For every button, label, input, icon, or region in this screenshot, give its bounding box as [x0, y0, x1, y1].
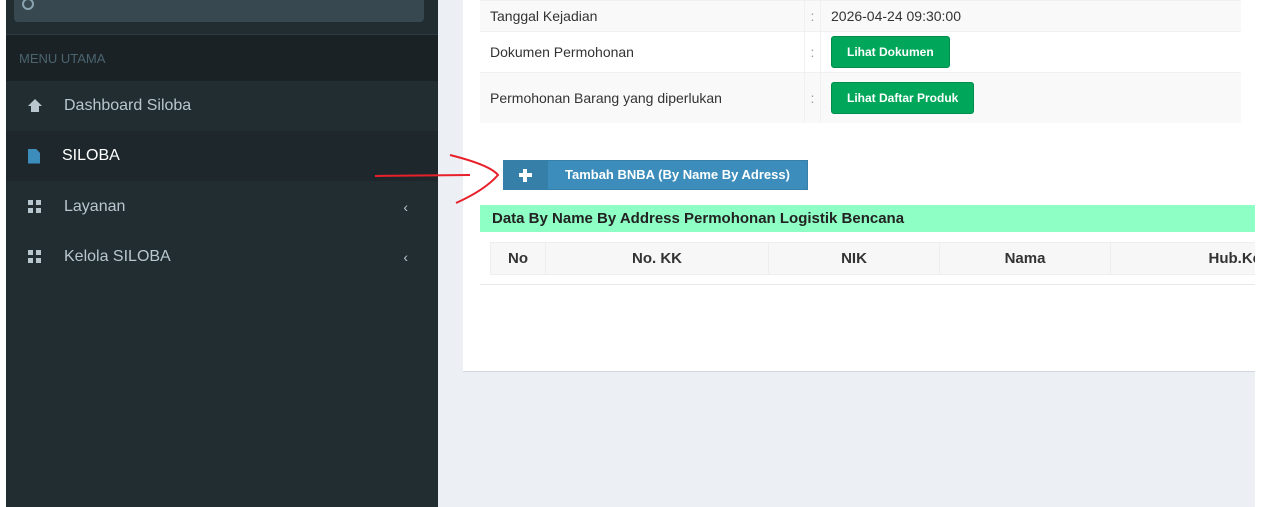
bnba-table-wrap: No No. KK NIK Nama Hub.Ke — [480, 232, 1261, 285]
view-document-button[interactable]: Lihat Dokumen — [831, 36, 950, 68]
detail-box: Tanggal Kejadian : 2026-04-24 09:30:00 D… — [463, 0, 1261, 372]
info-separator: : — [804, 31, 821, 73]
info-label: Permohonan Barang yang diperlukan — [480, 72, 805, 123]
sidebar-item-label: Kelola SILOBA — [64, 248, 171, 265]
table-row: Dokumen Permohonan : Lihat Dokumen — [480, 31, 1241, 73]
sidebar-item-label: Dashboard Siloba — [64, 97, 192, 114]
table-row: Tanggal Kejadian : 2026-04-24 09:30:00 — [480, 0, 1241, 32]
info-table: Tanggal Kejadian : 2026-04-24 09:30:00 D… — [480, 0, 1241, 123]
menu-header: MENU UTAMA — [6, 34, 438, 81]
info-value: Lihat Dokumen — [820, 31, 1241, 73]
sidebar-search-input[interactable] — [14, 0, 424, 22]
grid-icon — [28, 250, 42, 264]
view-product-list-button[interactable]: Lihat Daftar Produk — [831, 82, 975, 114]
info-separator: : — [804, 72, 821, 123]
info-separator: : — [804, 0, 821, 32]
chevron-left-icon: ‹ — [403, 249, 408, 265]
bnba-table: No No. KK NIK Nama Hub.Ke — [490, 242, 1261, 275]
sidebar-item-layanan[interactable]: Layanan ‹ — [6, 182, 438, 232]
sidebar-item-kelola-siloba[interactable]: Kelola SILOBA ‹ — [6, 232, 438, 282]
sidebar-item-dashboard[interactable]: Dashboard Siloba — [6, 81, 438, 131]
file-icon — [28, 148, 40, 164]
table-header-row: No No. KK NIK Nama Hub.Ke — [490, 242, 1261, 275]
column-header[interactable]: Hub.Ke — [1110, 242, 1261, 275]
table-row: Permohonan Barang yang diperlukan : Liha… — [480, 72, 1241, 123]
column-header[interactable]: No. KK — [545, 242, 769, 275]
search-icon — [22, 0, 34, 10]
column-header[interactable]: NIK — [768, 242, 940, 275]
section-title: Data By Name By Address Permohonan Logis… — [480, 205, 1261, 232]
sidebar-item-siloba[interactable]: SILOBA — [6, 131, 438, 181]
grid-icon — [28, 200, 42, 214]
chevron-left-icon: ‹ — [403, 199, 408, 215]
sidebar-item-label: SILOBA — [62, 147, 120, 164]
plus-icon — [504, 161, 548, 189]
right-edge — [1255, 0, 1261, 507]
info-value: 2026-04-24 09:30:00 — [820, 0, 1241, 32]
info-label: Tanggal Kejadian — [480, 0, 805, 32]
add-bnba-label: Tambah BNBA (By Name By Adress) — [565, 167, 790, 182]
add-bnba-button[interactable]: Tambah BNBA (By Name By Adress) — [503, 160, 808, 190]
column-header[interactable]: No — [490, 242, 546, 275]
column-header[interactable]: Nama — [939, 242, 1111, 275]
info-value: Lihat Daftar Produk — [820, 72, 1241, 123]
sidebar: MENU UTAMA Dashboard Siloba SILOBA Layan… — [6, 0, 438, 507]
info-label: Dokumen Permohonan — [480, 31, 805, 73]
home-icon — [28, 99, 42, 113]
sidebar-item-label: Layanan — [64, 198, 126, 215]
content-area: Tanggal Kejadian : 2026-04-24 09:30:00 D… — [438, 0, 1261, 507]
